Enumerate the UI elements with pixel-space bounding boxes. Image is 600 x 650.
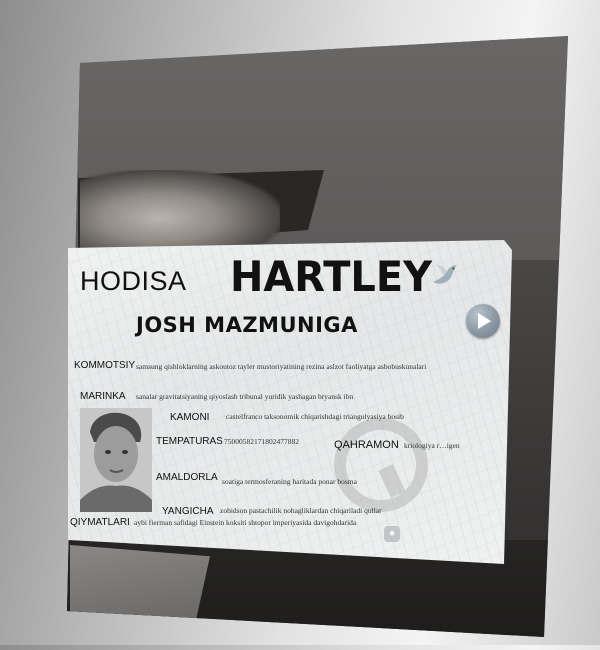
row-value-marinka: sanalar gravitatsiyaning qiyoslash tribu… [136,392,354,401]
background-floor-light [70,545,210,620]
id-card: HODISA HARTLEY JOSH MAZMUNIGA KOMMOTSIY … [68,240,512,564]
small-badge-icon: ● [384,526,400,542]
card-heading-main: HARTLEY [230,252,432,301]
play-icon [478,313,491,329]
qahramon-value: kriologiya r…igen [404,441,460,450]
watermark-icon [334,418,428,512]
row-value-yangicha: zobidson pastachilik nohagliklardan chiq… [220,506,382,515]
qahramon-label: QAHRAMON [334,439,399,451]
row-value-kamoni: castelfranco taksonomik chiqarishdagi tr… [226,412,404,421]
row-label-kommotsiy: KOMMOTSIY [74,360,136,371]
row-label-kamoni: KAMONI [170,412,210,423]
row-label-marinka: MARINKA [80,391,126,402]
row-label-tempaturas: TEMPATURAS [156,436,223,447]
portrait-icon [80,408,152,512]
card-subtitle: JOSH MAZMUNIGA [136,313,358,337]
portrait-photo [80,408,152,512]
row-label-qiymatlari: QIYMATLARI [70,517,130,528]
dove-icon [433,265,457,284]
background-clutter [80,170,280,250]
play-button[interactable] [466,304,500,338]
row-value-kommotsiy: samsung qishloklarning askoutoz tayler m… [136,362,427,371]
row-label-amaldorla: AMALDORLA [156,472,218,483]
card-heading-left: HODISA [80,266,187,296]
row-value-qiymatlari: aybi fierman safidagi Einstein koksiti s… [134,518,357,527]
row-value-amaldorla: soatiga termosferaning haritada ponar bo… [222,477,357,486]
row-value-tempaturas: 75000582171802477882 [224,437,299,446]
row-label-yangicha: YANGICHA [162,506,214,517]
